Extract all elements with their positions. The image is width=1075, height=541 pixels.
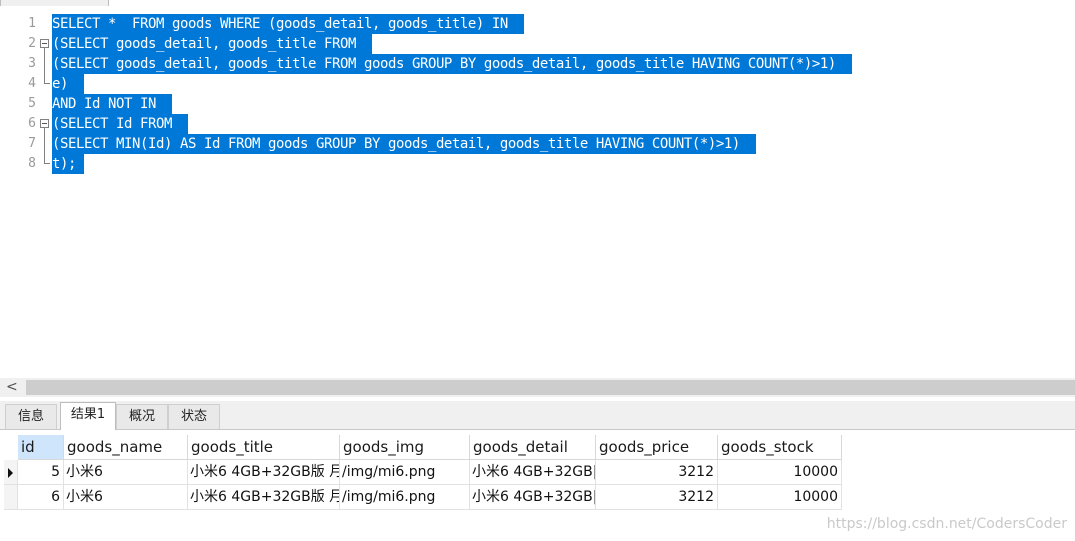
table-cell[interactable]: 10000 xyxy=(718,460,842,485)
code-line[interactable]: AND Id NOT IN xyxy=(52,94,172,114)
sql-editor[interactable]: 1 2 3 4 5 6 7 8 SELECT * FROM goods WHER… xyxy=(0,6,1075,378)
line-number: 3 xyxy=(28,56,36,71)
table-cell[interactable]: 小米6 4GB+32GB版 月 xyxy=(188,460,340,485)
table-cell[interactable]: 6 xyxy=(18,485,64,510)
line-number: 4 xyxy=(28,76,36,91)
code-line[interactable]: (SELECT Id FROM xyxy=(52,114,188,134)
tab-info[interactable]: 信息 xyxy=(5,404,57,429)
line-number: 1 xyxy=(28,16,36,31)
row-indicator[interactable] xyxy=(4,460,18,485)
line-gutter: 1 2 3 4 5 6 7 8 xyxy=(0,6,52,378)
fold-end-icon xyxy=(40,74,50,94)
code-line[interactable]: t); xyxy=(52,154,84,174)
column-header-goods-img[interactable]: goods_img xyxy=(340,435,470,460)
line-number: 5 xyxy=(28,96,36,111)
line-number: 7 xyxy=(28,136,36,151)
line-number: 8 xyxy=(28,156,36,171)
table-cell[interactable]: 5 xyxy=(18,460,64,485)
row-indicator[interactable] xyxy=(4,485,18,510)
table-cell[interactable]: 10000 xyxy=(718,485,842,510)
code-line[interactable]: e) xyxy=(52,74,84,94)
line-number: 2 xyxy=(28,36,36,51)
tab-result1[interactable]: 结果1 xyxy=(60,402,116,430)
fold-collapse-icon[interactable] xyxy=(40,114,49,154)
table-cell[interactable]: 小米6 xyxy=(64,460,188,485)
tab-overview[interactable]: 概况 xyxy=(116,404,168,429)
scroll-left-icon[interactable]: < xyxy=(6,378,18,397)
line-number: 6 xyxy=(28,116,36,131)
code-line[interactable]: (SELECT goods_detail, goods_title FROM g… xyxy=(52,54,852,74)
table-cell[interactable]: 小米6 xyxy=(64,485,188,510)
fold-collapse-icon[interactable] xyxy=(40,34,49,74)
column-header-goods-stock[interactable]: goods_stock xyxy=(718,435,842,460)
code-line[interactable]: SELECT * FROM goods WHERE (goods_detail,… xyxy=(52,14,524,34)
table-cell[interactable]: /img/mi6.png xyxy=(340,460,470,485)
table-cell[interactable]: 3212 xyxy=(596,460,718,485)
column-header-goods-name[interactable]: goods_name xyxy=(64,435,188,460)
column-header-goods-price[interactable]: goods_price xyxy=(596,435,718,460)
table-cell[interactable]: 3212 xyxy=(596,485,718,510)
tab-status[interactable]: 状态 xyxy=(168,404,220,429)
code-line[interactable]: (SELECT MIN(Id) AS Id FROM goods GROUP B… xyxy=(52,134,756,154)
code-line[interactable]: (SELECT goods_detail, goods_title FROM xyxy=(52,34,372,54)
table-cell[interactable]: /img/mi6.png xyxy=(340,485,470,510)
current-row-icon xyxy=(8,468,13,478)
watermark: https://blog.csdn.net/CodersCoder xyxy=(826,516,1067,532)
table-cell[interactable]: 小米6 4GB+32GB版 月 xyxy=(188,485,340,510)
column-header-goods-title[interactable]: goods_title xyxy=(188,435,340,460)
table-cell[interactable]: 小米6 4GB+32GB| xyxy=(470,460,596,485)
fold-end-icon xyxy=(40,154,50,174)
scrollbar-thumb[interactable] xyxy=(26,380,1075,395)
column-header-id[interactable]: id xyxy=(18,435,64,460)
result-tabs: 信息 结果1 概况 状态 xyxy=(0,401,1075,430)
table-cell[interactable]: 小米6 4GB+32GB| xyxy=(470,485,596,510)
horizontal-scrollbar[interactable]: < xyxy=(0,378,1075,397)
column-header-goods-detail[interactable]: goods_detail xyxy=(470,435,596,460)
